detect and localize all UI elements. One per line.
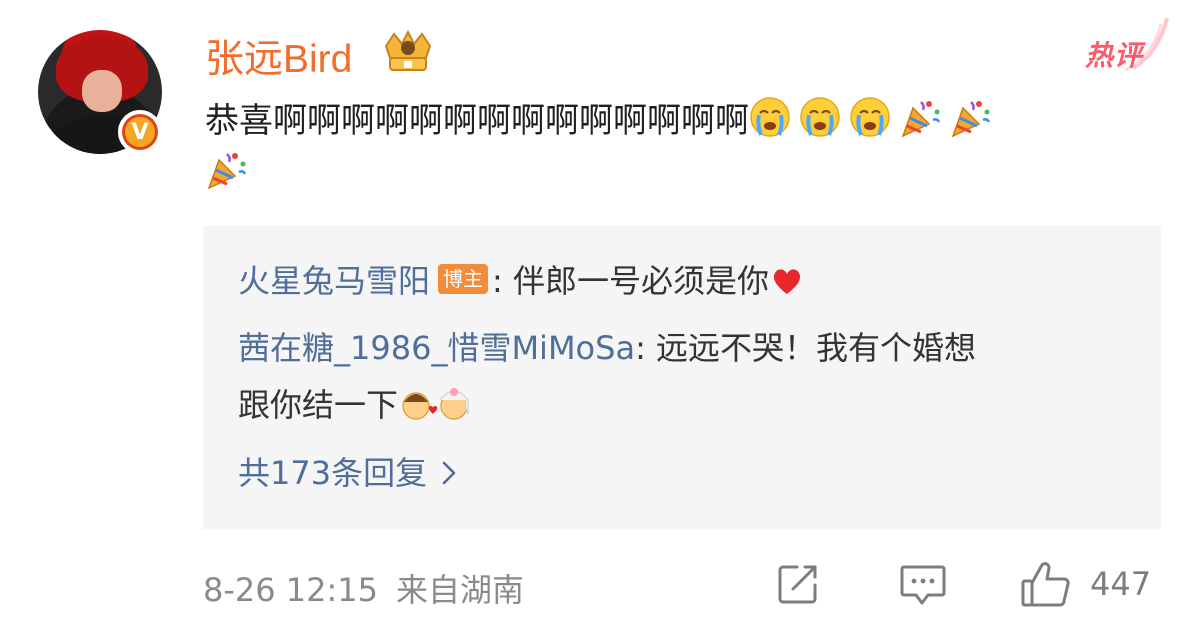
party-popper-icon (901, 101, 941, 138)
party-popper-icon (951, 101, 991, 138)
more-replies-label[interactable]: 共173条回复 (238, 454, 427, 492)
like-count: 447 (1090, 565, 1152, 603)
share-button[interactable] (775, 558, 821, 610)
reply-preview-box[interactable]: 火星兔马雪阳 博主: 伴郎一号必须是你 茜在糖_1986_惜雪MiMoSa: 远远… (203, 226, 1161, 529)
avatar-face (82, 70, 122, 112)
reply-text: 伴郎一号必须是你 (512, 262, 769, 300)
comment-username[interactable]: 张远Bird (205, 28, 352, 84)
comment-text-main: 恭喜啊啊啊啊啊啊啊啊啊啊啊啊啊啊 (205, 101, 749, 141)
reply-item[interactable]: 火星兔马雪阳 博主: 伴郎一号必须是你 (238, 259, 803, 303)
more-replies-link[interactable]: 共173条回复 (238, 451, 457, 495)
wedding-couple-icon (402, 388, 469, 420)
crown-badge-icon (384, 29, 432, 71)
reply-separator: : (492, 262, 513, 300)
reply-separator: : (635, 329, 657, 367)
chevron-right-icon (442, 461, 456, 485)
reply-item-continued: 跟你结一下 (238, 383, 472, 427)
reply-nick[interactable]: 茜在糖_1986_惜雪MiMoSa (238, 329, 635, 367)
share-icon (778, 565, 817, 604)
author-badge: 博主 (438, 264, 489, 294)
like-button[interactable]: 447 (1020, 558, 1151, 610)
reply-item[interactable]: 茜在糖_1986_惜雪MiMoSa: 远远不哭！我有个婚想 (238, 326, 976, 370)
heart-icon (773, 269, 801, 294)
comment-text: 恭喜啊啊啊啊啊啊啊啊啊啊啊啊啊啊 (205, 95, 1135, 199)
reply-nick[interactable]: 火星兔马雪阳 (238, 262, 430, 300)
comment-location: 来自湖南 (396, 571, 525, 609)
comment-meta: 8-26 12:15 来自湖南 (203, 565, 524, 611)
reply-text: 远远不哭！我有个婚想 (656, 329, 977, 367)
hot-comment-label: 热评 (1084, 39, 1143, 72)
crying-face-icon (750, 97, 790, 137)
crying-face-icon (800, 97, 840, 137)
comment-icon (900, 565, 946, 605)
verified-badge-icon: V (118, 110, 162, 154)
comment-card: V 张远Bird 热评 恭喜啊啊啊啊啊啊啊啊啊啊啊啊啊啊 火星兔马雪阳 博主:… (0, 0, 1199, 632)
party-popper-icon (207, 153, 247, 190)
crying-face-icon (850, 97, 890, 137)
comment-timestamp: 8-26 12:15 (203, 571, 379, 609)
reply-text: 跟你结一下 (238, 386, 399, 424)
thumbs-up-icon (1021, 562, 1070, 607)
comment-button[interactable] (898, 558, 948, 610)
